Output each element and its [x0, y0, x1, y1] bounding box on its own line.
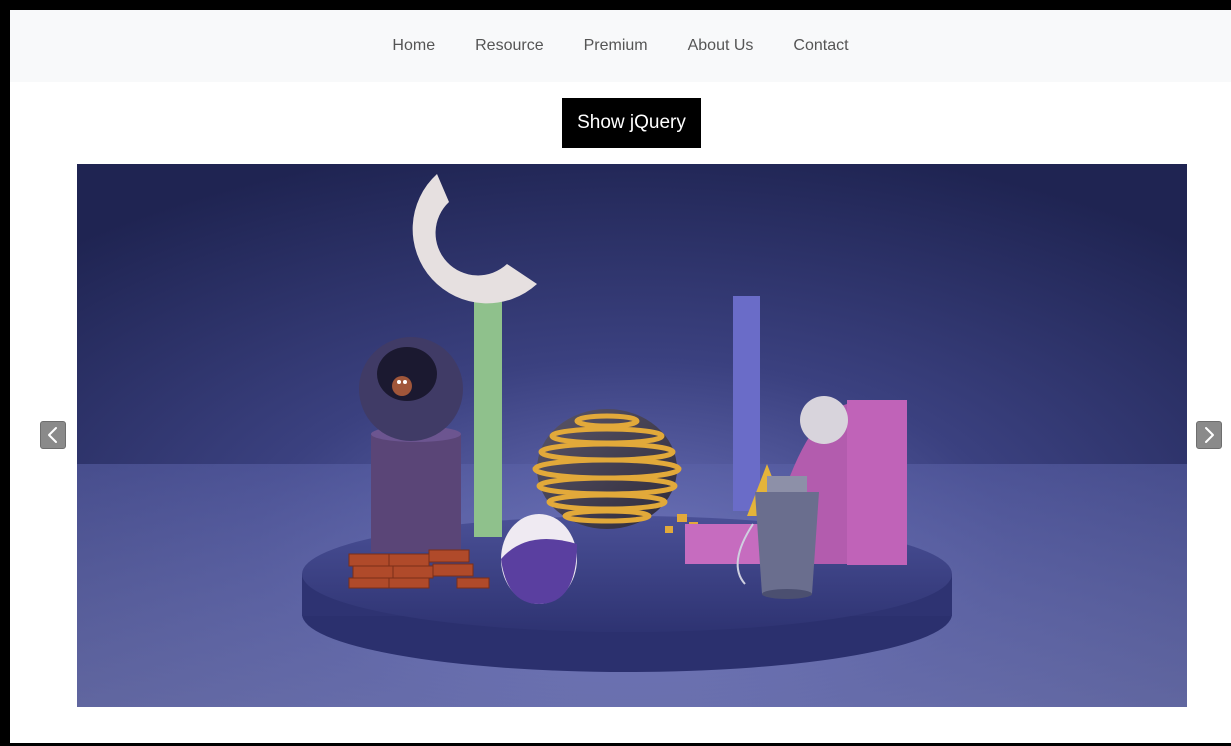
show-jquery-button[interactable]: Show jQuery	[562, 98, 701, 148]
carousel-prev-button[interactable]	[40, 421, 66, 449]
nav-item-resource[interactable]: Resource	[475, 10, 543, 82]
carousel-slide-image	[77, 164, 1187, 707]
image-carousel	[77, 164, 1187, 707]
chevron-left-icon	[48, 427, 57, 443]
chevron-right-icon	[1205, 427, 1214, 443]
nav-item-about-us[interactable]: About Us	[688, 10, 754, 82]
nav-item-home[interactable]: Home	[392, 10, 435, 82]
nav-item-premium[interactable]: Premium	[584, 10, 648, 82]
page-frame: Home Resource Premium About Us Contact S…	[10, 10, 1231, 743]
carousel-next-button[interactable]	[1196, 421, 1222, 449]
top-navbar: Home Resource Premium About Us Contact	[10, 10, 1231, 82]
nav-item-contact[interactable]: Contact	[793, 10, 848, 82]
